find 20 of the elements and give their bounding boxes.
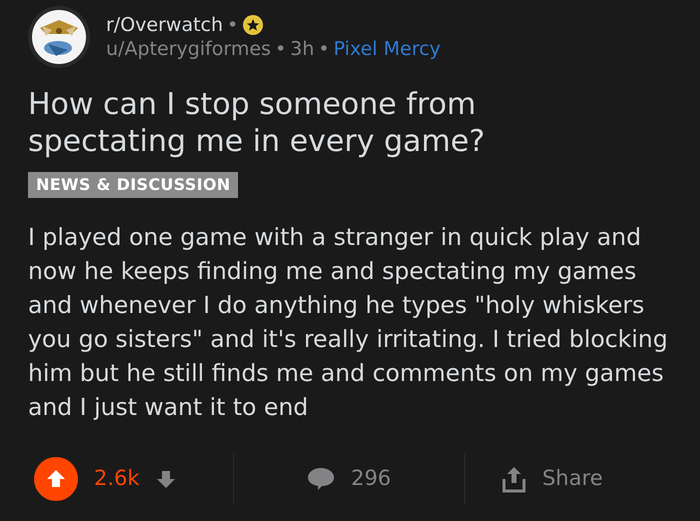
comments-button[interactable]: 296 — [234, 457, 464, 501]
share-button[interactable]: Share — [465, 457, 640, 501]
post-flair: NEWS & DISCUSSION — [28, 172, 238, 198]
separator-dot: • — [318, 37, 330, 61]
upvote-button[interactable] — [34, 457, 78, 501]
speech-bubble-icon — [306, 467, 335, 491]
separator-dot: • — [227, 13, 238, 37]
vote-score: 2.6k — [94, 465, 140, 492]
subreddit-link[interactable]: r/Overwatch — [106, 13, 224, 37]
author-link[interactable]: u/Apterygiformes — [106, 37, 271, 61]
post-body: I played one game with a stranger in quick play and now he keeps finding me and spectating my games and whenever I do anything he types "holy whiskers you go sisters" and it's really irritating. I tried blocking him but he still finds me and comments on my games and I just want it to end — [28, 222, 669, 423]
post-title: How can I stop someone from spectating me in every game? — [28, 86, 486, 160]
arrow-up-icon — [46, 469, 66, 489]
share-icon — [502, 465, 526, 493]
star-badge-icon — [242, 14, 264, 36]
user-flair: Pixel Mercy — [334, 37, 441, 61]
separator-dot: • — [274, 37, 286, 61]
arrow-down-icon — [156, 469, 176, 489]
downvote-button[interactable] — [156, 469, 176, 489]
post-time: 3h — [290, 37, 314, 61]
